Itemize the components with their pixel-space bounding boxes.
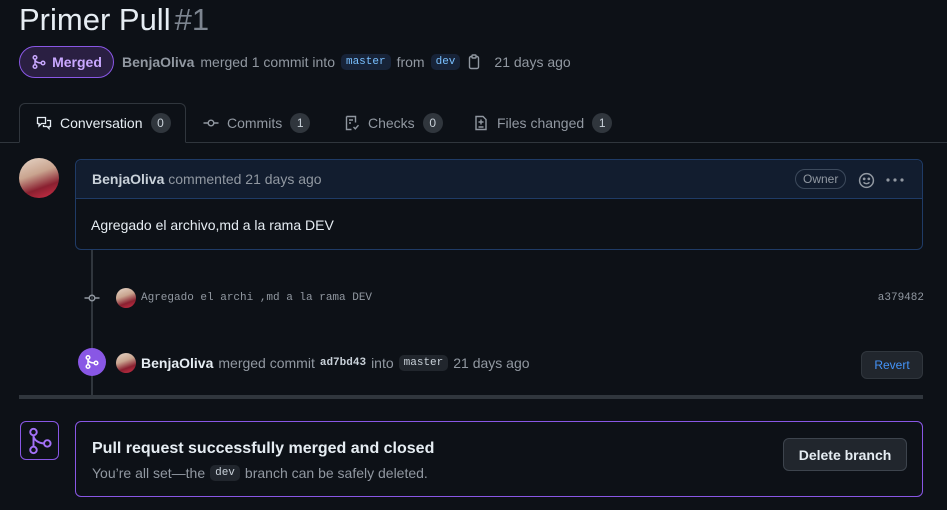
pr-number: #1 [174,2,210,37]
tab-counter: 0 [422,113,443,133]
pr-time: 21 days ago [494,54,571,70]
smiley-icon[interactable] [858,172,875,189]
comment-box: BenjaOliva commented 21 days ago Owner A… [75,159,923,250]
page-title: Primer Pull #1 [19,2,209,38]
merged-status-badge: Merged [19,46,114,78]
merge-text: merged commit [218,355,315,371]
tab-checks[interactable]: Checks 0 [328,103,459,143]
avatar[interactable] [19,158,59,198]
tab-files-changed[interactable]: Files changed 1 [457,103,628,143]
merged-sub-after: branch can be safely deleted. [244,465,428,481]
merged-branch-label: dev [210,465,240,481]
merged-status-label: Merged [52,54,102,70]
merged-icon-box [20,421,59,460]
commit-row: Agregado el archi ,md a la rama DEV a379… [84,287,924,309]
git-commit-icon [203,115,219,131]
tab-label: Checks [368,115,415,131]
commit-sha[interactable]: a379482 [878,292,924,304]
tab-commits[interactable]: Commits 1 [187,103,326,143]
comment-author-link[interactable]: BenjaOliva [92,171,164,187]
tab-label: Conversation [60,115,143,131]
merged-sub-before: You’re all set—the [92,465,206,481]
commit-message[interactable]: Agregado el archi ,md a la rama DEV [141,292,372,304]
pr-meta: BenjaOliva merged 1 commit into master f… [122,50,571,74]
merge-event-badge [78,348,106,376]
git-commit-icon [84,290,100,306]
kebab-horizontal-icon[interactable] [886,178,904,182]
tab-conversation[interactable]: Conversation 0 [19,103,186,143]
avatar[interactable] [116,353,136,373]
head-branch-label[interactable]: dev [430,54,461,70]
revert-button[interactable]: Revert [861,351,923,379]
comment-action[interactable]: commented 21 days ago [168,171,321,187]
into-text: into [371,355,394,371]
delete-branch-button[interactable]: Delete branch [783,438,907,471]
owner-badge: Owner [795,169,847,189]
timeline-divider [19,395,923,399]
git-merge-icon [27,426,53,456]
merge-author-link[interactable]: BenjaOliva [141,355,213,371]
pr-author-link[interactable]: BenjaOliva [122,54,194,70]
checklist-icon [344,115,360,131]
tab-label: Files changed [497,115,585,131]
git-merge-icon [84,354,100,370]
comment-body: Agregado el archivo,md a la rama DEV [91,217,334,233]
copy-icon[interactable] [466,54,482,70]
tab-counter: 1 [290,113,311,133]
file-diff-icon [473,115,489,131]
comment-discussion-icon [36,115,52,131]
from-text: from [396,54,425,70]
comment-meta: BenjaOliva commented 21 days ago [92,171,322,187]
merge-event: BenjaOliva merged commit ad7bd43 into ma… [116,352,530,374]
merge-commit-sha[interactable]: ad7bd43 [320,357,366,369]
git-merge-icon [31,54,47,70]
pr-title: Primer Pull [19,2,171,37]
merge-time[interactable]: 21 days ago [453,355,529,371]
tab-counter: 0 [150,113,171,133]
merged-subtitle: You’re all set—the dev branch can be saf… [92,465,428,481]
tab-label: Commits [227,115,283,131]
merged-status-box: Pull request successfully merged and clo… [75,421,923,497]
merged-title: Pull request successfully merged and clo… [92,440,435,457]
comment-header: BenjaOliva commented 21 days ago Owner [76,160,922,199]
merge-branch-label[interactable]: master [398,355,449,371]
tab-counter: 1 [592,113,613,133]
avatar[interactable] [116,288,136,308]
merged-text: merged 1 commit into [200,54,335,70]
base-branch-label[interactable]: master [340,54,391,70]
